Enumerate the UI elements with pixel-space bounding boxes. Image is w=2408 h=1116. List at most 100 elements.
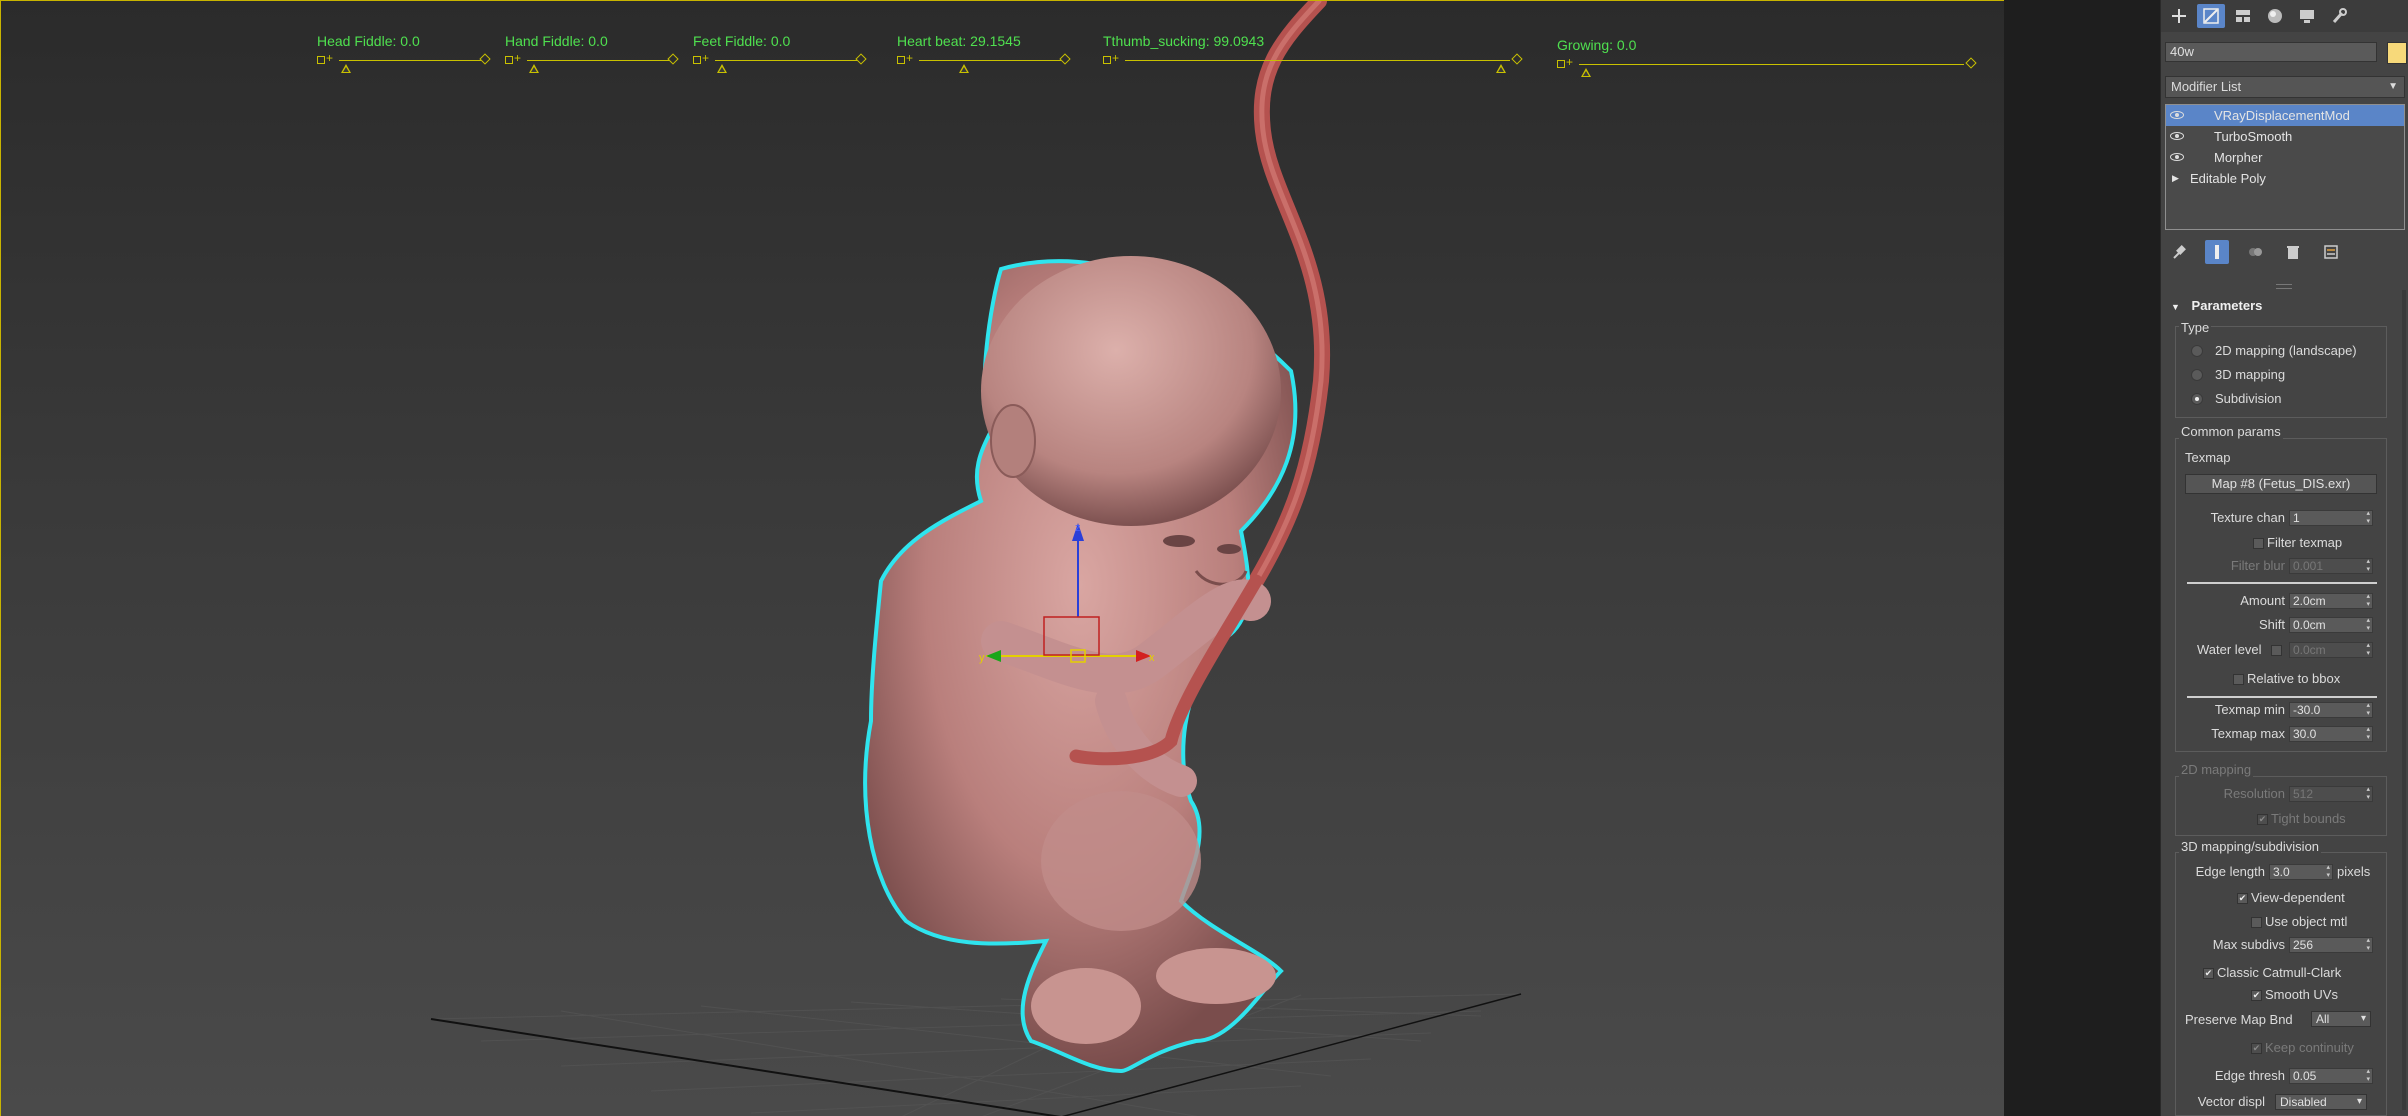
mapping-2d-group bbox=[2175, 776, 2387, 836]
filter-blur-spinner[interactable]: 0.001 bbox=[2289, 558, 2373, 574]
hierarchy-tab[interactable] bbox=[2229, 4, 2257, 28]
configure-modifier-sets-button[interactable] bbox=[2319, 240, 2343, 264]
stack-item-vraydisplacementmod[interactable]: VRayDisplacementMod bbox=[2166, 105, 2404, 126]
texmap-min-spinner[interactable]: -30.0 bbox=[2289, 702, 2373, 718]
slider-label: Tthumb_sucking: 99.0943 bbox=[1103, 33, 1265, 49]
use-object-mtl-label: Use object mtl bbox=[2265, 914, 2348, 929]
filter-texmap-checkbox[interactable] bbox=[2253, 538, 2264, 549]
radio-subdivision[interactable] bbox=[2191, 393, 2203, 405]
resolution-spinner[interactable]: 512 bbox=[2289, 786, 2373, 802]
pin-stack-button[interactable] bbox=[2167, 240, 2191, 264]
command-panel-tabs bbox=[2161, 0, 2408, 32]
view-dependent-label: View-dependent bbox=[2251, 890, 2345, 905]
texmap-label: Texmap bbox=[2185, 450, 2231, 465]
stack-item-editable-poly[interactable]: ▶ Editable Poly bbox=[2166, 168, 2404, 189]
object-color-swatch[interactable] bbox=[2387, 42, 2407, 64]
perspective-viewport[interactable]: z y x Head Fiddle: 0.0 + Hand Fiddle: 0.… bbox=[0, 0, 2004, 1116]
shift-spinner[interactable]: 0.0cm bbox=[2289, 617, 2373, 633]
classic-catmull-checkbox[interactable]: ✔ bbox=[2203, 968, 2214, 979]
utilities-tab[interactable] bbox=[2325, 4, 2353, 28]
edge-thresh-spinner[interactable]: 0.05 bbox=[2289, 1068, 2373, 1084]
radio-3d-mapping-label: 3D mapping bbox=[2215, 367, 2286, 382]
keep-continuity-label: Keep continuity bbox=[2265, 1040, 2354, 1055]
keep-continuity-checkbox[interactable]: ✔ bbox=[2251, 1043, 2262, 1054]
show-end-result-icon bbox=[2215, 245, 2219, 259]
stack-item-morpher[interactable]: Morpher bbox=[2166, 147, 2404, 168]
transform-gizmo[interactable]: z y x bbox=[1, 1, 2004, 1116]
parameters-rollout-header[interactable]: ▼ Parameters bbox=[2167, 296, 2403, 316]
radio-3d-mapping[interactable] bbox=[2191, 369, 2203, 381]
chevron-down-icon: ▼ bbox=[2388, 81, 2398, 92]
trash-icon bbox=[2287, 246, 2299, 259]
amount-label: Amount bbox=[2240, 593, 2285, 608]
make-unique-icon bbox=[2249, 248, 2262, 256]
pixels-label: pixels bbox=[2337, 864, 2371, 879]
object-name-field[interactable]: 40w bbox=[2165, 42, 2377, 62]
view-dependent-checkbox[interactable]: ✔ bbox=[2237, 893, 2248, 904]
water-level-checkbox[interactable] bbox=[2271, 645, 2282, 656]
relative-bbox-checkbox[interactable] bbox=[2233, 674, 2244, 685]
classic-catmull-label: Classic Catmull-Clark bbox=[2217, 965, 2342, 980]
smooth-uvs-label: Smooth UVs bbox=[2265, 987, 2338, 1002]
slider-label: Heart beat: 29.1545 bbox=[897, 33, 1021, 49]
wrench-icon bbox=[2332, 8, 2347, 23]
max-subdivs-spinner[interactable]: 256 bbox=[2289, 937, 2373, 953]
hierarchy-icon bbox=[2236, 10, 2250, 22]
resolution-label: Resolution bbox=[2223, 786, 2285, 801]
vector-displ-label: Vector displ bbox=[2197, 1094, 2265, 1109]
amount-spinner[interactable]: 2.0cm bbox=[2289, 593, 2373, 609]
edge-thresh-label: Edge thresh bbox=[2214, 1068, 2285, 1083]
smooth-uvs-checkbox[interactable]: ✔ bbox=[2251, 990, 2262, 1001]
panel-scrollbar[interactable] bbox=[2402, 290, 2406, 1110]
preserve-map-label: Preserve Map Bnd bbox=[2185, 1012, 2293, 1027]
resize-grip[interactable] bbox=[2276, 284, 2292, 289]
gizmo-x-label: x bbox=[1149, 652, 1155, 664]
vector-displ-dropdown[interactable]: Disabled bbox=[2275, 1094, 2367, 1110]
edge-length-spinner[interactable]: 3.0 bbox=[2269, 864, 2333, 880]
common-params-title: Common params bbox=[2179, 424, 2283, 439]
create-tab[interactable] bbox=[2165, 4, 2193, 28]
mapping-2d-title: 2D mapping bbox=[2179, 762, 2254, 777]
collapse-triangle-icon: ▼ bbox=[2171, 302, 2180, 312]
make-unique-button[interactable] bbox=[2243, 240, 2267, 264]
texmap-max-label: Texmap max bbox=[2211, 726, 2285, 741]
radio-2d-mapping-label: 2D mapping (landscape) bbox=[2215, 343, 2357, 358]
relative-bbox-label: Relative to bbox bbox=[2247, 671, 2341, 686]
rollout-title: Parameters bbox=[2191, 298, 2263, 313]
texture-chan-spinner[interactable]: 1 bbox=[2289, 510, 2373, 526]
tight-bounds-label: Tight bounds bbox=[2271, 811, 2346, 826]
modify-tab[interactable] bbox=[2197, 4, 2225, 28]
stack-toolbar bbox=[2167, 240, 2403, 266]
eye-icon[interactable] bbox=[2170, 111, 2184, 119]
stack-item-label: Morpher bbox=[2214, 150, 2263, 165]
stack-item-label: Editable Poly bbox=[2190, 171, 2266, 186]
expand-triangle-icon[interactable]: ▶ bbox=[2172, 168, 2179, 189]
separator bbox=[2187, 582, 2377, 584]
texmap-max-spinner[interactable]: 30.0 bbox=[2289, 726, 2373, 742]
radio-2d-mapping[interactable] bbox=[2191, 345, 2203, 357]
modify-icon bbox=[2203, 8, 2219, 24]
tight-bounds-checkbox[interactable]: ✔ bbox=[2257, 814, 2268, 825]
eye-icon[interactable] bbox=[2170, 153, 2184, 161]
texture-chan-label: Texture chan bbox=[2210, 510, 2285, 525]
show-end-result-button[interactable] bbox=[2205, 240, 2229, 264]
stack-item-label: VRayDisplacementMod bbox=[2214, 108, 2350, 123]
texmap-min-label: Texmap min bbox=[2214, 702, 2285, 717]
edge-length-label: Edge length bbox=[2195, 864, 2265, 879]
water-level-spinner[interactable]: 0.0cm bbox=[2289, 642, 2373, 658]
pin-icon bbox=[2173, 245, 2186, 259]
motion-tab[interactable] bbox=[2261, 4, 2289, 28]
eye-icon[interactable] bbox=[2170, 132, 2184, 140]
modifier-stack: VRayDisplacementMod TurboSmooth Morpher … bbox=[2165, 104, 2405, 230]
display-tab[interactable] bbox=[2293, 4, 2321, 28]
modifier-list-dropdown[interactable]: Modifier List ▼ bbox=[2165, 76, 2405, 98]
texmap-button[interactable]: Map #8 (Fetus_DIS.exr) bbox=[2185, 474, 2377, 494]
slider-label: Head Fiddle: 0.0 bbox=[317, 33, 420, 49]
max-subdivs-label: Max subdivs bbox=[2212, 937, 2285, 952]
remove-modifier-button[interactable] bbox=[2281, 240, 2305, 264]
gizmo-z-label: z bbox=[1075, 522, 1081, 534]
stack-item-turbosmooth[interactable]: TurboSmooth bbox=[2166, 126, 2404, 147]
use-object-mtl-checkbox[interactable] bbox=[2251, 917, 2262, 928]
display-icon bbox=[2300, 10, 2314, 23]
preserve-map-dropdown[interactable]: All bbox=[2311, 1011, 2371, 1027]
